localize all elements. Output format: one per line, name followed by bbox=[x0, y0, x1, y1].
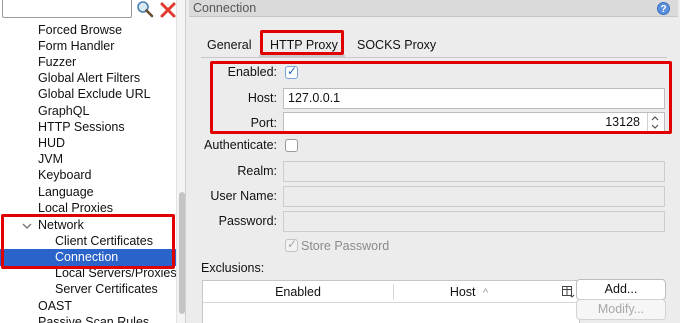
username-field[interactable] bbox=[283, 186, 665, 207]
realm-field[interactable] bbox=[283, 161, 665, 182]
tree-item-forced-browse[interactable]: Forced Browse bbox=[38, 22, 122, 38]
red-x-icon[interactable] bbox=[158, 0, 178, 20]
active-tab-indicator bbox=[259, 55, 345, 58]
exclusions-table[interactable]: Enabled Host ^ bbox=[202, 280, 580, 323]
column-host-label: Host bbox=[449, 285, 476, 299]
password-label: Password: bbox=[218, 214, 277, 228]
tree-item-local-proxies[interactable]: Local Proxies bbox=[38, 200, 113, 216]
host-label: Host: bbox=[247, 91, 277, 105]
tree-item-oast[interactable]: OAST bbox=[38, 298, 72, 314]
tab-socks-proxy[interactable]: SOCKS Proxy bbox=[357, 35, 436, 55]
chevron-down-icon[interactable] bbox=[21, 220, 33, 232]
connection-options-panel: Connection ? General HTTP Proxy SOCKS Pr… bbox=[187, 0, 680, 323]
tree-item-network[interactable]: Network bbox=[38, 217, 84, 233]
exclusions-label: Exclusions: bbox=[201, 261, 265, 275]
port-field[interactable]: 13128 bbox=[283, 112, 665, 133]
tree-item-jvm[interactable]: JVM bbox=[38, 151, 63, 167]
tree-item-graphql[interactable]: GraphQL bbox=[38, 103, 89, 119]
tree-scrollbar-thumb[interactable] bbox=[179, 192, 185, 314]
port-label: Port: bbox=[250, 116, 277, 130]
search-input[interactable] bbox=[2, 0, 132, 18]
panel-title: Connection bbox=[193, 1, 257, 15]
tree-item-fuzzer[interactable]: Fuzzer bbox=[38, 54, 76, 70]
tree-item-language[interactable]: Language bbox=[38, 184, 94, 200]
exclusions-table-header: Enabled Host ^ bbox=[203, 281, 579, 303]
tree-item-local-servers-proxies[interactable]: Local Servers/Proxies bbox=[55, 265, 177, 281]
tree-item-global-alert-filters[interactable]: Global Alert Filters bbox=[38, 70, 140, 86]
tree-scrollbar[interactable] bbox=[176, 0, 185, 323]
port-stepper-icon[interactable] bbox=[647, 113, 661, 132]
tree-item-global-exclude-url[interactable]: Global Exclude URL bbox=[38, 86, 151, 102]
column-host[interactable]: Host ^ bbox=[394, 281, 544, 303]
modify-button[interactable]: Modify... bbox=[576, 299, 666, 320]
store-password-label: Store Password bbox=[301, 239, 390, 253]
tree-item-client-certificates[interactable]: Client Certificates bbox=[55, 233, 153, 249]
tree-item-keyboard[interactable]: Keyboard bbox=[38, 167, 92, 183]
column-enabled[interactable]: Enabled bbox=[203, 281, 393, 303]
sort-ascending-icon: ^ bbox=[483, 287, 489, 299]
username-label: User Name: bbox=[210, 189, 277, 203]
host-field[interactable]: 127.0.0.1 bbox=[283, 88, 665, 109]
password-field[interactable] bbox=[283, 211, 665, 232]
tab-http-proxy[interactable]: HTTP Proxy bbox=[270, 35, 338, 55]
store-password-checkbox[interactable]: ✓ bbox=[285, 237, 298, 252]
tree-item-http-sessions[interactable]: HTTP Sessions bbox=[38, 119, 125, 135]
tree-item-hud[interactable]: HUD bbox=[38, 135, 65, 151]
enabled-label: Enabled: bbox=[227, 65, 277, 79]
add-button[interactable]: Add... bbox=[576, 279, 666, 300]
help-icon[interactable]: ? bbox=[657, 2, 670, 15]
enabled-checkbox[interactable]: ✓ bbox=[285, 64, 298, 79]
tree-item-server-certificates[interactable]: Server Certificates bbox=[55, 281, 158, 297]
panel-title-bar: Connection ? bbox=[189, 0, 678, 17]
magnifier-icon[interactable] bbox=[136, 0, 154, 18]
realm-label: Realm: bbox=[237, 164, 277, 178]
authenticate-checkbox[interactable] bbox=[285, 139, 298, 152]
tab-general[interactable]: General bbox=[207, 35, 251, 55]
options-tree-panel: Forced Browse Form Handler Fuzzer Global… bbox=[0, 0, 186, 323]
tree-item-form-handler[interactable]: Form Handler bbox=[38, 38, 114, 54]
tree-item-passive-scan-rules[interactable]: Passive Scan Rules bbox=[38, 314, 149, 323]
checkmark-icon: ✓ bbox=[287, 237, 298, 251]
column-chooser-icon[interactable] bbox=[561, 285, 575, 299]
tree-item-connection[interactable]: Connection bbox=[55, 249, 118, 265]
checkmark-icon: ✓ bbox=[287, 64, 298, 78]
authenticate-label: Authenticate: bbox=[204, 138, 277, 152]
